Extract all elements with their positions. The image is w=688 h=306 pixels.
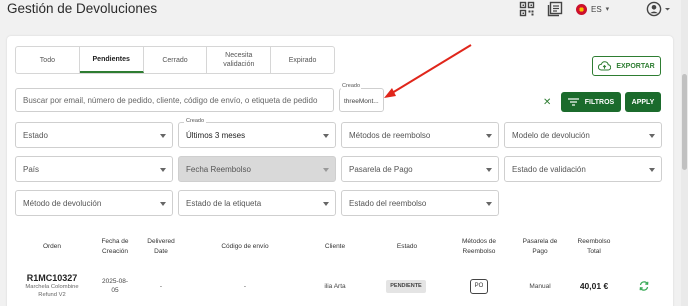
col-estado: Estado (396, 243, 418, 250)
export-label: EXPORTAR (616, 62, 655, 70)
chevron-down-icon (160, 168, 166, 172)
export-button[interactable]: EXPORTAR (592, 56, 661, 76)
pasarela-pago-label: Pasarela de Pago (349, 164, 413, 174)
search-placeholder: Buscar por email, número de pedido, clie… (23, 95, 318, 105)
qr-code-icon[interactable] (519, 1, 535, 17)
chevron-down-icon (649, 168, 655, 172)
refresh-sync-icon[interactable] (638, 280, 650, 292)
filters-button[interactable]: FILTROS (561, 92, 621, 112)
metodo-devolucion-label: Método de devolución (23, 198, 102, 208)
scrollbar-thumb[interactable] (682, 74, 687, 170)
pasarela-cell: Manual (529, 282, 551, 290)
metodos-reembolso-select[interactable]: Métodos de reembolso (341, 122, 499, 148)
estado-etiqueta-select[interactable]: Estado de la etiqueta (178, 190, 336, 216)
col-cliente: Cliente (324, 243, 346, 250)
metodos-reembolso-label: Métodos de reembolso (349, 130, 431, 140)
tab-pendientes[interactable]: Pendientes (79, 47, 144, 73)
estado-validacion-label: Estado de validación (512, 164, 586, 174)
estado-reembolso-select[interactable]: Estado del reembolso (341, 190, 499, 216)
chevron-down-icon (486, 134, 492, 138)
clear-filters-icon[interactable]: ✕ (543, 97, 551, 108)
sync-cell[interactable] (633, 266, 655, 306)
estado-etiqueta-label: Estado de la etiqueta (186, 198, 262, 208)
tab-expirado[interactable]: Expirado (271, 47, 334, 73)
modelo-devolucion-label: Modelo de devolución (512, 130, 590, 140)
table-row[interactable]: R1MC10327 Marchela Colombine Refund V2 2… (15, 266, 665, 306)
creado-select[interactable]: Creado Últimos 3 meses (178, 118, 336, 148)
fecha-creacion-cell: 2025-08-05 (101, 278, 129, 294)
returns-panel: Todo Pendientes Cerrado Necesita validac… (7, 36, 673, 306)
col-delivered-date: Delivered Date (147, 238, 175, 255)
refund-method-badge: PO (469, 278, 489, 294)
col-metodos-reembolso: Métodos de Reembolso (462, 238, 496, 255)
search-input[interactable]: Buscar por email, número de pedido, clie… (15, 88, 334, 112)
document-list-icon[interactable] (547, 1, 563, 17)
col-orden: Orden (42, 243, 62, 250)
filter-lines-icon (567, 98, 579, 106)
metodo-devolucion-select[interactable]: Método de devolución (15, 190, 173, 216)
fecha-reembolso-label: Fecha Reembolso (186, 164, 251, 174)
chevron-down-icon (486, 168, 492, 172)
order-product: Marchela Colombine Refund V2 (25, 283, 79, 298)
spain-flag-icon (576, 3, 587, 15)
col-codigo-envio: Código de envío (221, 243, 269, 250)
pasarela-pago-select[interactable]: Pasarela de Pago (341, 156, 499, 182)
estado-cell: PENDIENTE (371, 266, 441, 306)
tab-necesita-validacion[interactable]: Necesita validación (207, 47, 272, 73)
col-reembolso-total: Reembolso Total (577, 238, 611, 255)
chevron-down-icon (323, 202, 329, 206)
tab-todo[interactable]: Todo (16, 47, 80, 73)
tab-cerrado[interactable]: Cerrado (144, 47, 208, 73)
cloud-upload-icon (598, 61, 612, 71)
estado-select[interactable]: Estado (15, 122, 173, 148)
language-code: ES (591, 4, 602, 14)
col-fecha-creacion: Fecha de Creación (101, 238, 129, 255)
estado-reembolso-label: Estado del reembolso (349, 198, 427, 208)
metodo-cell: PO (451, 266, 507, 306)
page-title: Gestión de Devoluciones (7, 1, 158, 16)
fecha-reembolso-select: Fecha Reembolso (178, 156, 336, 182)
chevron-down-icon (486, 202, 492, 206)
apply-button[interactable]: APPLY (625, 92, 661, 112)
creado-select-label: Creado (184, 118, 207, 124)
chevron-down-icon (323, 134, 329, 138)
chevron-down-icon (160, 202, 166, 206)
chevron-down-icon (160, 134, 166, 138)
created-filter-field[interactable]: Creado threeMont... (339, 83, 384, 112)
estado-select-label: Estado (23, 130, 48, 140)
status-tabs: Todo Pendientes Cerrado Necesita validac… (15, 46, 335, 74)
order-cell[interactable]: R1MC10327 Marchela Colombine Refund V2 (15, 266, 89, 306)
cliente-cell: ilia Arta (324, 282, 346, 290)
delivered-date-cell: - (159, 282, 163, 290)
total-cell: 40,01 € (579, 280, 609, 291)
account-menu[interactable] (646, 1, 672, 17)
scrollbar[interactable] (681, 0, 688, 306)
codigo-envio-cell: - (243, 282, 247, 290)
chevron-down-icon (323, 168, 329, 172)
created-filter-label: Creado (341, 83, 362, 89)
filters-label: FILTROS (584, 98, 615, 106)
top-bar: Gestión de Devoluciones ES ▾ (0, 0, 688, 22)
pais-select[interactable]: País (15, 156, 173, 182)
estado-validacion-select[interactable]: Estado de validación (504, 156, 662, 182)
table-header: Orden Fecha de Creación Delivered Date C… (15, 232, 665, 262)
created-filter-value: threeMont... (344, 98, 379, 105)
status-badge: PENDIENTE (386, 279, 426, 293)
creado-select-value: Últimos 3 meses (186, 130, 246, 140)
chevron-down-icon: ▾ (605, 6, 610, 13)
col-pasarela-pago: Pasarela de Pago (522, 238, 558, 255)
modelo-devolucion-select[interactable]: Modelo de devolución (504, 122, 662, 148)
order-id[interactable]: R1MC10327 (27, 273, 78, 283)
chevron-down-icon (649, 134, 655, 138)
pais-label: País (23, 164, 40, 174)
language-selector[interactable]: ES ▾ (576, 1, 609, 17)
